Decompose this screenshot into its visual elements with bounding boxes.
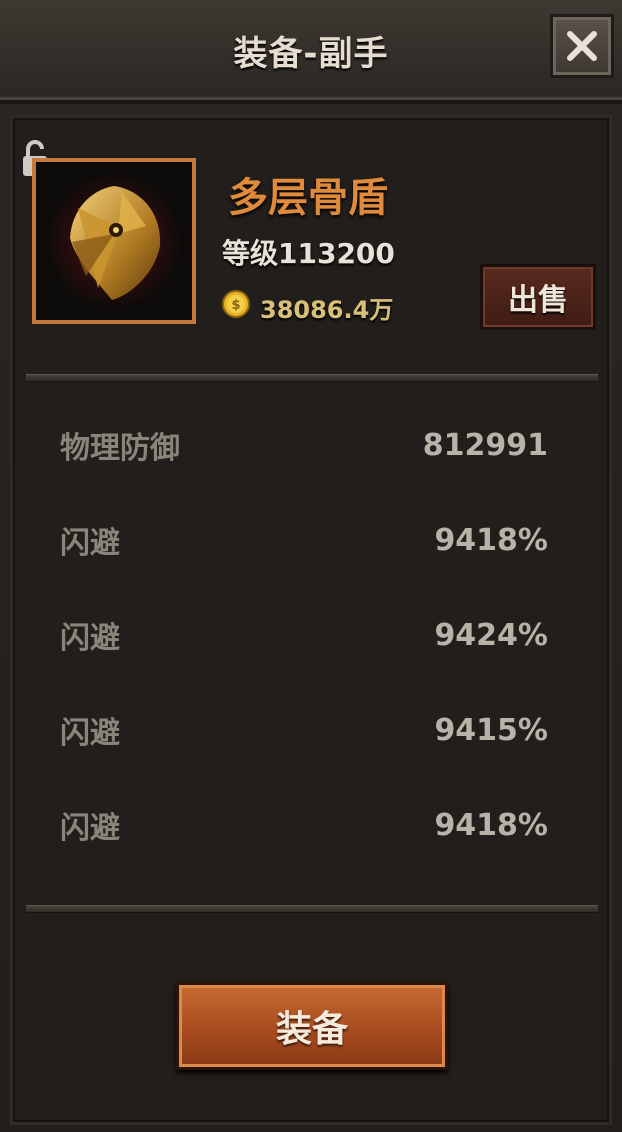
stat-row: 闪避 9418% [60, 805, 548, 847]
close-icon [567, 31, 597, 61]
dialog-title: 装备-副手 [233, 34, 389, 74]
stat-row: 物理防御 812991 [60, 425, 548, 467]
divider-top [26, 374, 598, 382]
stat-row: 闪避 9418% [60, 520, 548, 562]
equip-button[interactable]: 装备 [176, 982, 448, 1070]
item-price: 38086.4万 [260, 296, 394, 324]
close-button[interactable] [550, 14, 614, 78]
coin-icon: $ [222, 290, 250, 318]
stat-value: 9418% [434, 807, 548, 843]
stat-label: 闪避 [60, 811, 120, 846]
stat-label: 闪避 [60, 526, 120, 561]
divider-bottom [26, 905, 598, 913]
item-icon-frame[interactable] [32, 158, 196, 324]
sell-button[interactable]: 出售 [480, 264, 596, 330]
stat-label: 闪避 [60, 716, 120, 751]
stat-row: 闪避 9424% [60, 615, 548, 657]
stat-label: 物理防御 [60, 431, 180, 466]
equipment-dialog: 装备-副手 多层骨盾 等级113200 $ 38086.4万 出售 物理防御 8… [0, 0, 622, 1132]
item-name: 多层骨盾 [228, 175, 388, 221]
stat-value: 9415% [434, 712, 548, 748]
stat-row: 闪避 9415% [60, 710, 548, 752]
stat-value: 9424% [434, 617, 548, 653]
stat-label: 闪避 [60, 621, 120, 656]
stat-value: 9418% [434, 522, 548, 558]
shield-icon [46, 173, 182, 309]
svg-text:$: $ [231, 298, 240, 313]
stat-value: 812991 [422, 427, 548, 463]
item-level: 等级113200 [222, 237, 395, 270]
title-bar: 装备-副手 [0, 0, 622, 104]
